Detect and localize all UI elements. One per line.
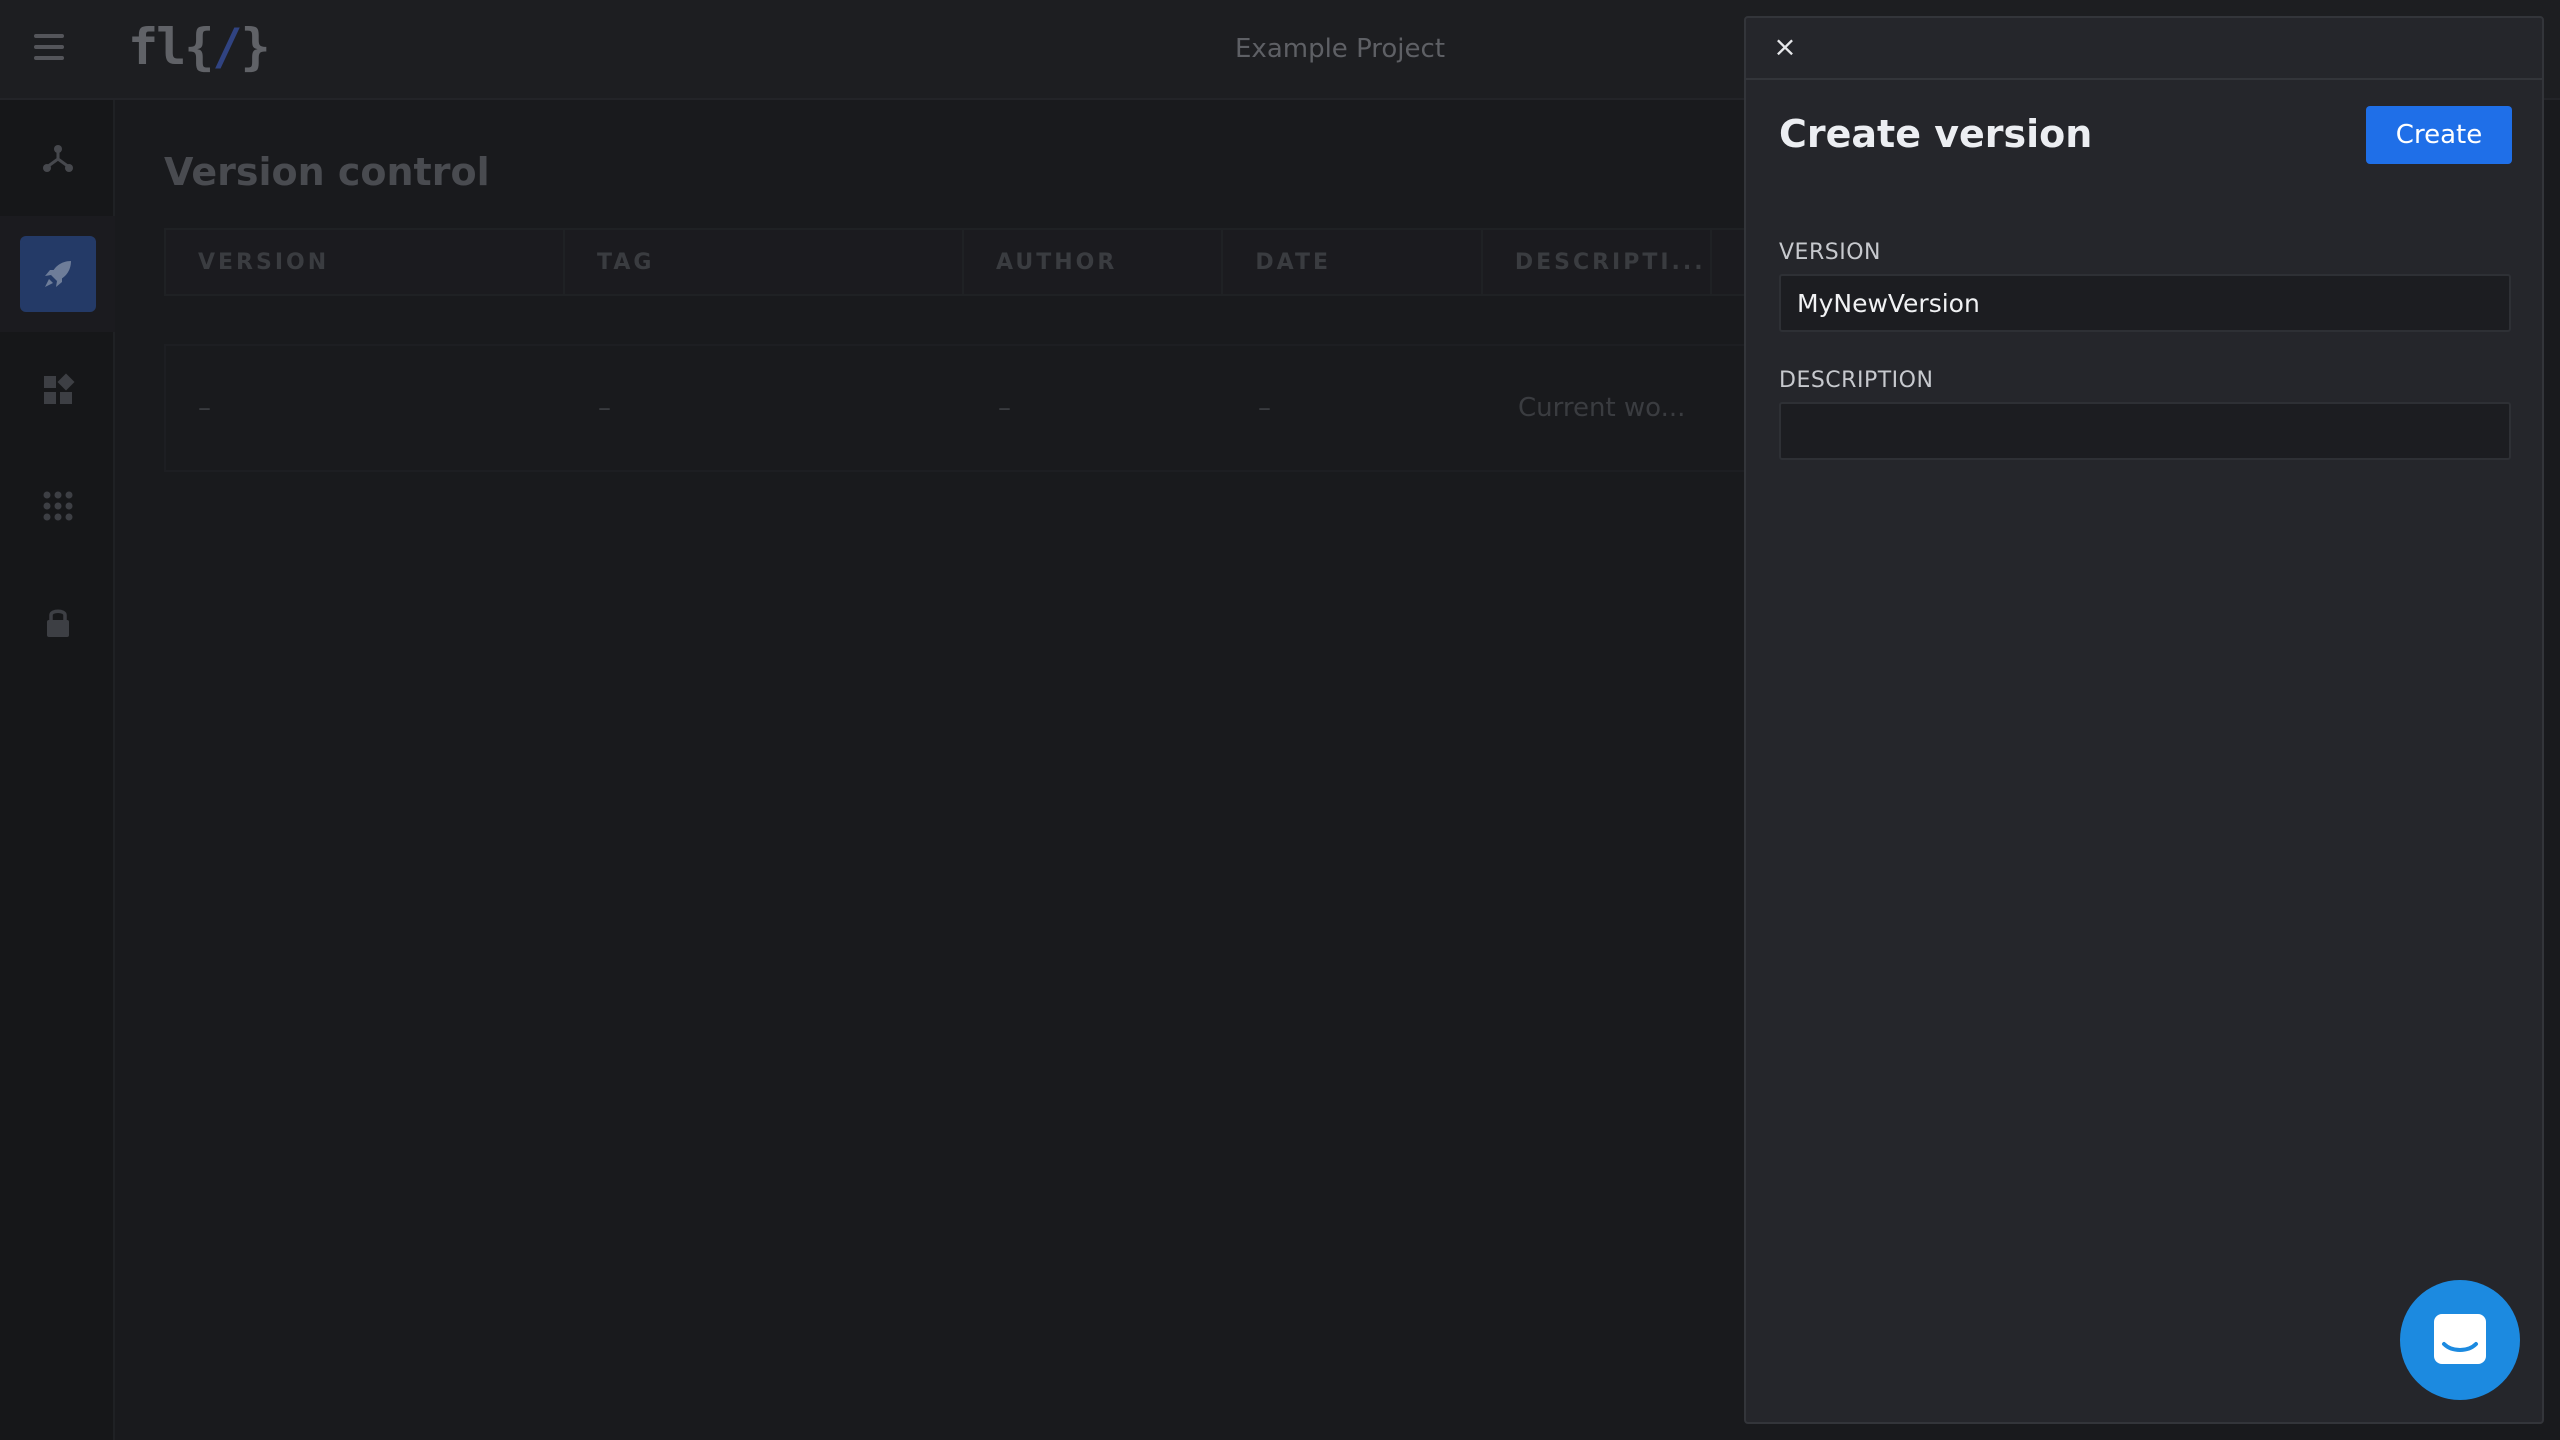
- chat-icon: [2434, 1314, 2486, 1364]
- close-icon[interactable]: ×: [1770, 32, 1800, 62]
- version-label: VERSION: [1779, 240, 1881, 265]
- chat-support-button[interactable]: [2400, 1280, 2520, 1400]
- description-input[interactable]: [1779, 402, 2511, 460]
- drawer-header-bar: ×: [1746, 18, 2542, 80]
- version-input[interactable]: [1779, 274, 2511, 332]
- drawer-title: Create version: [1779, 112, 2093, 156]
- create-version-drawer: × Create version Create VERSION DESCRIPT…: [1744, 16, 2544, 1424]
- create-button[interactable]: Create: [2366, 106, 2512, 164]
- description-label: DESCRIPTION: [1779, 368, 1934, 393]
- app-root: fl{/} Example Project Version control VE…: [0, 0, 2560, 1440]
